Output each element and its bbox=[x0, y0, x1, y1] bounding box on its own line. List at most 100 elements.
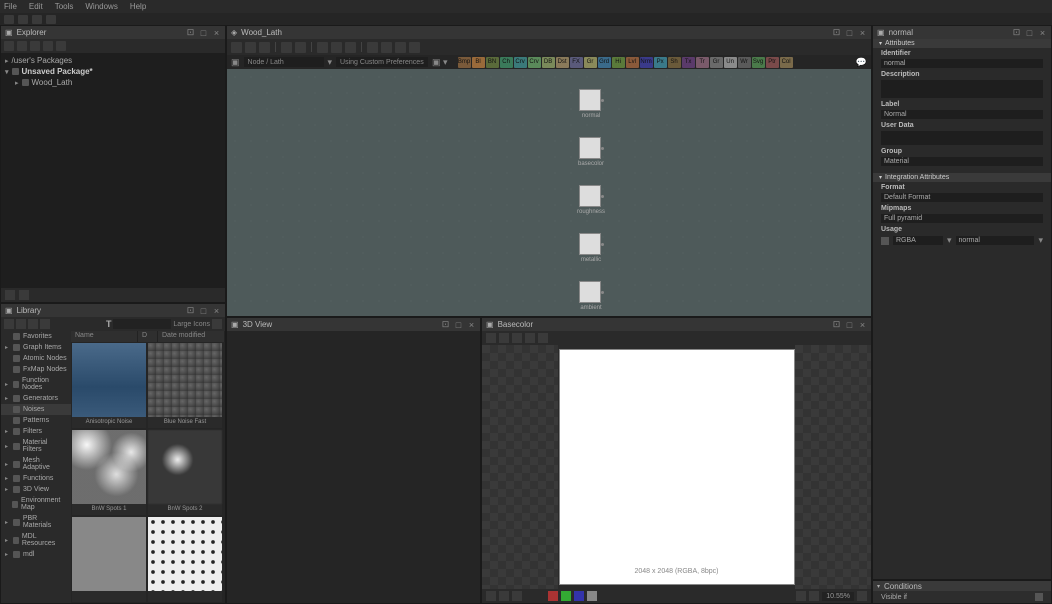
library-cat-material-filters[interactable]: ▸Material Filters bbox=[1, 437, 71, 455]
channel-g[interactable] bbox=[561, 591, 571, 601]
node-chip-sh[interactable]: Sh bbox=[668, 57, 681, 68]
node-chip-nrm[interactable]: Nrm bbox=[640, 57, 653, 68]
usage-icon[interactable] bbox=[881, 237, 889, 245]
library-thumb[interactable] bbox=[148, 517, 222, 602]
tool-btn[interactable] bbox=[281, 42, 292, 53]
tool-btn[interactable] bbox=[4, 15, 14, 24]
channel-a[interactable] bbox=[587, 591, 597, 601]
node-chip-crv[interactable]: Crv bbox=[528, 57, 541, 68]
tool-btn[interactable] bbox=[345, 42, 356, 53]
explorer-tree[interactable]: ▸/user's Packages ▾Unsaved Package* ▸Woo… bbox=[1, 53, 225, 288]
node-chip-dst[interactable]: Dst bbox=[556, 57, 569, 68]
library-thumb[interactable]: Anisotropic Noise bbox=[72, 343, 146, 428]
node-chip-un[interactable]: Un bbox=[724, 57, 737, 68]
close-icon[interactable]: × bbox=[467, 320, 476, 329]
tool-btn[interactable] bbox=[367, 42, 378, 53]
pin-icon[interactable]: ⊡ bbox=[441, 320, 450, 329]
pin-icon[interactable]: ⊡ bbox=[1012, 28, 1021, 37]
pin-icon[interactable]: ⊡ bbox=[186, 306, 195, 315]
tool-btn[interactable] bbox=[395, 42, 406, 53]
library-cat-mdl[interactable]: ▸mdl bbox=[1, 549, 71, 560]
library-thumb[interactable] bbox=[72, 517, 146, 602]
menu-edit[interactable]: Edit bbox=[29, 2, 43, 11]
library-cat-mesh-adaptive[interactable]: ▸Mesh Adaptive bbox=[1, 455, 71, 473]
graph-node-metallic[interactable]: metallic bbox=[579, 233, 601, 255]
node-chip-bn[interactable]: BN bbox=[486, 57, 499, 68]
tool-btn[interactable] bbox=[46, 15, 56, 24]
node-chip-gr[interactable]: Gr bbox=[710, 57, 723, 68]
tool-btn[interactable] bbox=[18, 15, 28, 24]
graph-canvas[interactable]: normalbasecolorroughnessmetallicambient bbox=[227, 69, 871, 316]
field-label[interactable]: Normal bbox=[881, 110, 1043, 119]
library-thumb[interactable]: BnW Spots 2 bbox=[148, 430, 222, 515]
tool-btn[interactable] bbox=[40, 319, 50, 329]
col-date[interactable]: Date modified bbox=[158, 331, 225, 342]
library-cat-noises[interactable]: Noises bbox=[1, 404, 71, 415]
node-chip-grd[interactable]: Grd bbox=[598, 57, 611, 68]
graph-node-basecolor[interactable]: basecolor bbox=[579, 137, 601, 159]
tool-btn[interactable] bbox=[499, 333, 509, 343]
tool-btn[interactable] bbox=[259, 42, 270, 53]
tool-btn[interactable] bbox=[409, 42, 420, 53]
tool-btn[interactable] bbox=[381, 42, 392, 53]
library-cat-graph-items[interactable]: ▸Graph Items bbox=[1, 342, 71, 353]
tool-btn[interactable] bbox=[4, 41, 14, 51]
section-integration[interactable]: Integration Attributes bbox=[885, 174, 949, 181]
pin-icon[interactable]: ⊡ bbox=[832, 28, 841, 37]
library-cat-pbr-materials[interactable]: ▸PBR Materials bbox=[1, 513, 71, 531]
tree-package[interactable]: Unsaved Package* bbox=[22, 67, 93, 76]
tool-btn[interactable] bbox=[525, 333, 535, 343]
tool-btn[interactable] bbox=[56, 41, 66, 51]
maximize-icon[interactable]: □ bbox=[199, 306, 208, 315]
col-name[interactable]: Name bbox=[71, 331, 138, 342]
chat-icon[interactable]: 💬 bbox=[856, 57, 867, 68]
channel-b[interactable] bbox=[574, 591, 584, 601]
library-cat-atomic-nodes[interactable]: Atomic Nodes bbox=[1, 353, 71, 364]
node-chip-bmp[interactable]: Bmp bbox=[458, 57, 471, 68]
section-attributes[interactable]: Attributes bbox=[885, 40, 915, 47]
tool-btn[interactable] bbox=[331, 42, 342, 53]
maximize-icon[interactable]: □ bbox=[1025, 28, 1034, 37]
tool-btn[interactable] bbox=[857, 591, 867, 601]
node-chip-wr[interactable]: Wr bbox=[738, 57, 751, 68]
tool-btn[interactable] bbox=[212, 319, 222, 329]
library-cat-functions[interactable]: ▸Functions bbox=[1, 473, 71, 484]
node-chip-ptr[interactable]: Ptr bbox=[766, 57, 779, 68]
node-chip-px[interactable]: Px bbox=[654, 57, 667, 68]
2d-viewport[interactable]: 2048 x 2048 (RGBA, 8bpc) bbox=[482, 345, 871, 589]
view-mode-select[interactable]: Large Icons bbox=[173, 321, 210, 328]
library-cat-function-nodes[interactable]: ▸Function Nodes bbox=[1, 375, 71, 393]
pin-icon[interactable]: ⊡ bbox=[186, 28, 195, 37]
tool-btn[interactable] bbox=[809, 591, 819, 601]
tree-root[interactable]: /user's Packages bbox=[12, 56, 73, 65]
maximize-icon[interactable]: □ bbox=[845, 320, 854, 329]
menu-windows[interactable]: Windows bbox=[85, 2, 117, 11]
field-usage-name[interactable]: normal bbox=[956, 236, 1035, 245]
field-mipmaps[interactable]: Full pyramid bbox=[881, 214, 1043, 223]
library-cat-filters[interactable]: ▸Filters bbox=[1, 426, 71, 437]
graph-node-normal[interactable]: normal bbox=[579, 89, 601, 111]
library-cat-patterns[interactable]: Patterns bbox=[1, 415, 71, 426]
maximize-icon[interactable]: □ bbox=[454, 320, 463, 329]
tool-btn[interactable] bbox=[231, 42, 242, 53]
node-chip-bl[interactable]: Bl bbox=[472, 57, 485, 68]
node-chip-svg[interactable]: Svg bbox=[752, 57, 765, 68]
menu-file[interactable]: File bbox=[4, 2, 17, 11]
menu-tools[interactable]: Tools bbox=[55, 2, 74, 11]
tool-btn[interactable] bbox=[796, 591, 806, 601]
library-search-input[interactable] bbox=[113, 319, 171, 329]
tool-btn[interactable] bbox=[19, 290, 29, 300]
tool-btn[interactable] bbox=[317, 42, 328, 53]
zoom-level[interactable]: 10.55% bbox=[822, 592, 854, 601]
node-chip-hi[interactable]: Hi bbox=[612, 57, 625, 68]
node-chip-fx[interactable]: FX bbox=[570, 57, 583, 68]
graph-breadcrumb[interactable]: Node / Lath bbox=[244, 57, 324, 67]
node-chip-tx[interactable]: Tx bbox=[682, 57, 695, 68]
tool-btn[interactable] bbox=[4, 319, 14, 329]
node-chip-crv[interactable]: Crv bbox=[514, 57, 527, 68]
pin-icon[interactable]: ⊡ bbox=[832, 320, 841, 329]
tool-btn[interactable] bbox=[538, 333, 548, 343]
library-cat-generators[interactable]: ▸Generators bbox=[1, 393, 71, 404]
field-identifier[interactable]: normal bbox=[881, 59, 1043, 68]
tool-btn[interactable] bbox=[512, 591, 522, 601]
